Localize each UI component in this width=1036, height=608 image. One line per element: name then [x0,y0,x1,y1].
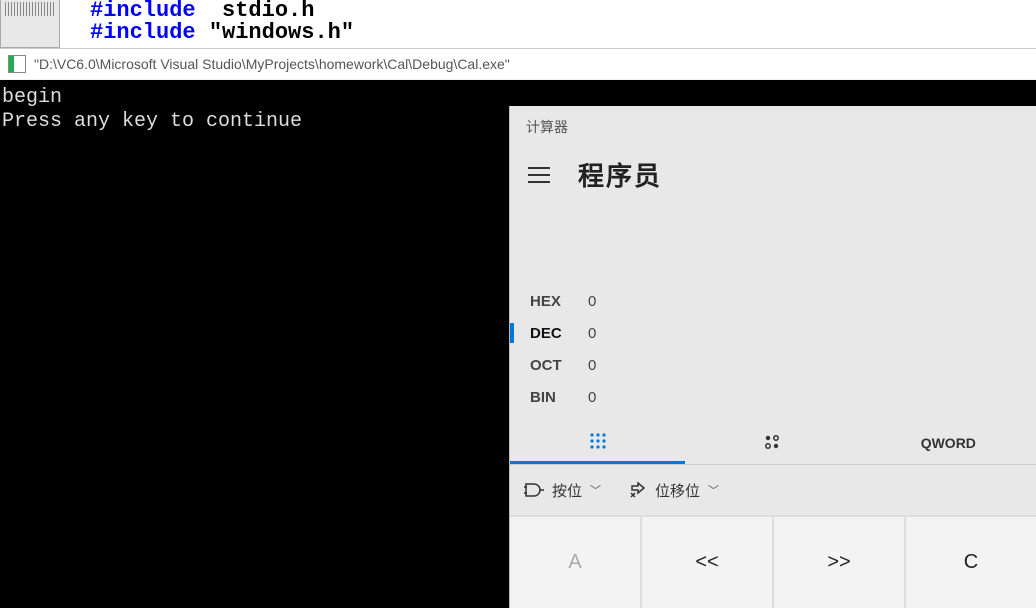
base-row-dec[interactable]: DEC 0 [522,317,1024,349]
tab-keypad[interactable] [510,421,685,464]
hdr: "windows.h" [209,20,354,45]
keypad: A << >> C [510,515,1036,608]
key-a: A [510,517,640,608]
calculator-titlebar[interactable]: 计算器 [510,106,1036,148]
calculator-display [510,205,1036,285]
tab-qword[interactable]: QWORD [861,421,1036,464]
bitshift-label: 位移位 [655,480,700,501]
base-list: HEX 0 DEC 0 OCT 0 BIN 0 [510,285,1036,421]
keypad-icon [589,432,607,450]
ide-code-strip: #include stdio.h #include "windows.h" [0,0,1036,48]
console-titlebar[interactable]: "D:\VC6.0\Microsoft Visual Studio\MyProj… [0,48,1036,80]
qword-label: QWORD [921,435,976,451]
base-label: DEC [530,325,580,342]
key-clear[interactable]: C [906,517,1036,608]
base-value: 0 [588,357,596,374]
calculator-mode-title: 程序员 [578,156,662,193]
calculator-app-title: 计算器 [526,117,568,137]
view-tabs: QWORD [510,421,1036,465]
bit-shift-icon [629,481,647,499]
base-label: HEX [530,293,580,310]
console-title-text: "D:\VC6.0\Microsoft Visual Studio\MyProj… [34,56,510,72]
chevron-down-icon: ﹀ [708,482,719,498]
key-shift-left[interactable]: << [642,517,772,608]
console-line: begin [2,86,62,109]
bit-toggle-icon [764,434,782,452]
menu-icon[interactable] [526,161,554,189]
logic-gate-icon [524,483,544,497]
bitwise-label: 按位 [552,480,582,501]
calculator-window: 计算器 程序员 HEX 0 DEC 0 OCT 0 BIN 0 [509,106,1036,608]
base-value: 0 [588,325,596,342]
base-value: 0 [588,389,596,406]
base-value: 0 [588,293,596,310]
console-line: Press any key to continue [2,110,302,133]
ide-side-panel [0,0,60,48]
key-shift-right[interactable]: >> [774,517,904,608]
console-exe-icon [8,55,26,73]
base-label: OCT [530,357,580,374]
base-row-oct[interactable]: OCT 0 [522,349,1024,381]
bitshift-dropdown[interactable]: 位移位 ﹀ [629,480,719,501]
chevron-down-icon: ﹀ [590,482,601,498]
tab-bit-toggle[interactable] [685,421,860,464]
preproc: #include [90,20,209,45]
operation-mode-row: 按位 ﹀ 位移位 ﹀ [510,465,1036,515]
ide-code: #include stdio.h #include "windows.h" [90,0,1036,44]
base-row-bin[interactable]: BIN 0 [522,381,1024,413]
base-label: BIN [530,389,580,406]
calculator-header: 程序员 [510,148,1036,205]
base-row-hex[interactable]: HEX 0 [522,285,1024,317]
bitwise-dropdown[interactable]: 按位 ﹀ [524,480,601,501]
